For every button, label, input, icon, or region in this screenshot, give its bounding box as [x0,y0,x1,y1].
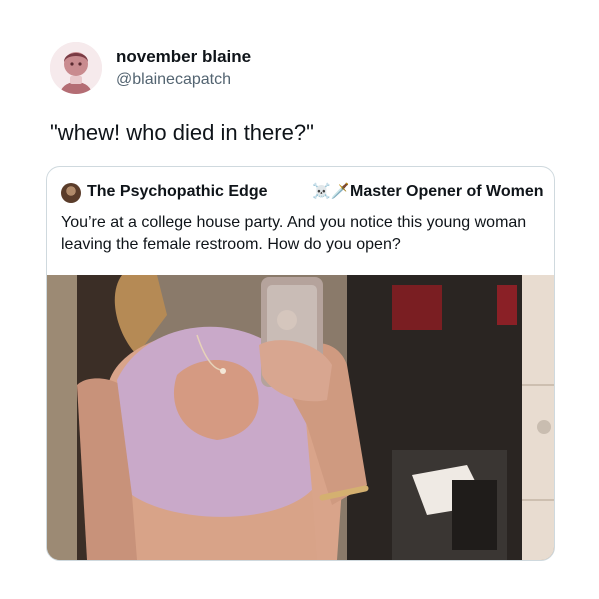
quoted-tweet-photo[interactable] [47,275,554,560]
tweet-screenshot: november blaine @blainecapatch "whew! wh… [0,0,599,599]
user-avatar[interactable] [50,42,102,94]
quoted-user-title: Master Opener of Women [350,183,544,200]
quoted-tweet-text: You’re at a college house party. And you… [61,214,527,253]
quoted-tweet-card[interactable]: The Psychopathic Edge ☠️🗡️ Master Opener… [46,166,555,561]
user-handle[interactable]: @blainecapatch [116,71,231,89]
avatar-illustration-icon [50,42,102,94]
quoted-tweet-header: The Psychopathic Edge ☠️🗡️ Master Opener… [61,182,551,204]
display-name[interactable]: november blaine [116,47,251,67]
skull-dagger-emoji-icon: ☠️🗡️ [312,183,350,200]
mirror-selfie-photo-icon [47,275,554,560]
quoted-user-avatar[interactable] [61,183,81,203]
quoted-display-name[interactable]: The Psychopathic Edge [87,183,267,201]
tweet-text: "whew! who died in there?" [50,120,314,145]
